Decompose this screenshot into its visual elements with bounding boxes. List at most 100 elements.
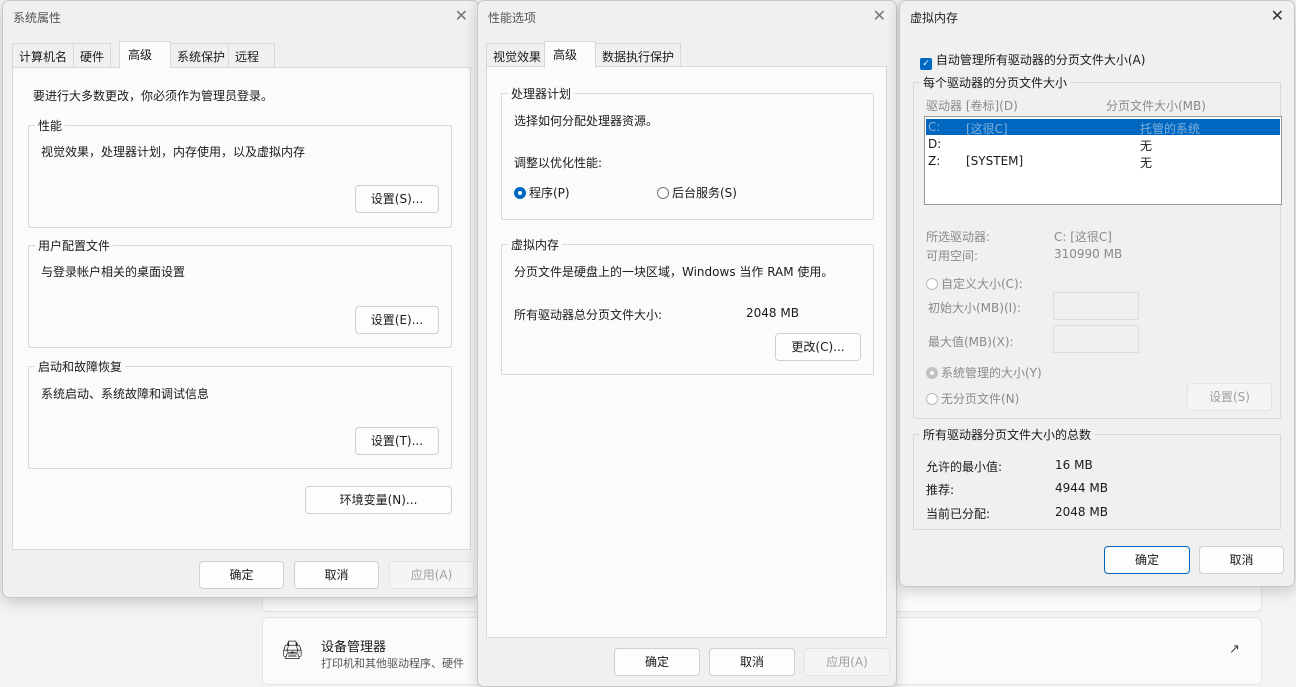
group-label: 用户配置文件	[35, 237, 114, 254]
change-button[interactable]: 更改(C)...	[775, 333, 861, 361]
drive-size: 无	[1140, 156, 1153, 170]
initial-size-label: 初始大小(MB)(I):	[928, 301, 1021, 315]
totals-group: 所有驱动器分页文件大小的总数 允许的最小值: 16 MB 推荐: 4944 MB…	[913, 426, 1281, 530]
dialog-title: 性能选项	[488, 11, 537, 25]
ok-button[interactable]: 确定	[199, 561, 284, 589]
environment-variables-button[interactable]: 环境变量(N)...	[305, 486, 452, 514]
drive-row[interactable]: Z: [SYSTEM] 无	[926, 153, 1280, 170]
background-services-radio[interactable]: 后台服务(S)	[657, 184, 737, 201]
tab-hardware[interactable]: 硬件	[73, 43, 112, 67]
tab-remote[interactable]: 远程	[228, 43, 275, 67]
radio-label: 自定义大小(C):	[941, 277, 1023, 291]
radio-label: 程序(P)	[529, 186, 570, 200]
total-paging-label: 所有驱动器总分页文件大小:	[514, 308, 663, 322]
free-space-label: 可用空间:	[926, 249, 979, 263]
drive-size: 托管的系统	[1140, 122, 1201, 136]
current-label: 当前已分配:	[926, 507, 991, 521]
cancel-button[interactable]: 取消	[1199, 546, 1284, 574]
ok-button[interactable]: 确定	[614, 648, 700, 676]
tab-computer-name[interactable]: 计算机名	[12, 43, 75, 67]
drive-letter: D:	[928, 137, 942, 151]
performance-options-dialog: 性能选项 ✕ 视觉效果 高级 数据执行保护 处理器计划 选择如何分配处理器资源。…	[477, 0, 897, 687]
tab-advanced[interactable]: 高级	[544, 41, 596, 68]
group-label: 性能	[35, 117, 66, 134]
free-space-value: 310990 MB	[1054, 247, 1123, 261]
selected-drive-value: C: [这很C]	[1054, 230, 1112, 244]
drive-volume: [SYSTEM]	[966, 154, 1024, 168]
drive-volume: [这很C]	[966, 122, 1008, 136]
performance-group: 性能 视觉效果，处理器计划，内存使用，以及虚拟内存 设置(S)...	[28, 117, 452, 228]
virtual-memory-dialog: 虚拟内存 ✕ ✓ 自动管理所有驱动器的分页文件大小(A) 每个驱动器的分页文件大…	[899, 0, 1295, 587]
user-profiles-settings-button[interactable]: 设置(E)...	[355, 306, 439, 334]
radio-label: 后台服务(S)	[672, 186, 737, 200]
startup-recovery-settings-button[interactable]: 设置(T)...	[355, 427, 439, 455]
tab-panel: 要进行大多数更改，你必须作为管理员登录。 性能 视觉效果，处理器计划，内存使用，…	[12, 67, 471, 550]
system-properties-dialog: 系统属性 ✕ 计算机名 硬件 高级 系统保护 远程 要进行大多数更改，你必须作为…	[2, 0, 479, 598]
performance-settings-button[interactable]: 设置(S)...	[355, 185, 439, 213]
apply-button[interactable]: 应用(A)	[389, 561, 474, 589]
group-label: 每个驱动器的分页文件大小	[920, 74, 1071, 91]
checkbox-label: 自动管理所有驱动器的分页文件大小(A)	[935, 53, 1146, 67]
close-icon[interactable]: ✕	[455, 6, 468, 25]
processor-scheduling-group: 处理器计划 选择如何分配处理器资源。 调整以优化性能: 程序(P) 后台服务(S…	[501, 85, 874, 220]
tab-visual-effects[interactable]: 视觉效果	[486, 43, 549, 67]
cancel-button[interactable]: 取消	[709, 648, 795, 676]
adjust-label: 调整以优化性能:	[514, 156, 603, 170]
drive-list[interactable]: C: [这很C] 托管的系统 D: 无 Z: [SYSTEM] 无	[924, 116, 1282, 205]
device-manager-title: 设备管理器	[321, 640, 387, 655]
max-size-label: 最大值(MB)(X):	[928, 335, 1014, 349]
user-profiles-group: 用户配置文件 与登录帐户相关的桌面设置 设置(E)...	[28, 237, 452, 348]
admin-notice: 要进行大多数更改，你必须作为管理员登录。	[33, 89, 274, 103]
auto-manage-checkbox[interactable]: ✓ 自动管理所有驱动器的分页文件大小(A)	[920, 51, 1145, 70]
max-size-input[interactable]	[1053, 325, 1139, 353]
drive-size: 无	[1140, 139, 1153, 153]
close-icon[interactable]: ✕	[1271, 6, 1284, 25]
programs-radio[interactable]: 程序(P)	[514, 184, 570, 201]
performance-desc: 视觉效果，处理器计划，内存使用，以及虚拟内存	[41, 145, 306, 159]
radio-label: 无分页文件(N)	[941, 392, 1020, 406]
group-label: 处理器计划	[508, 85, 575, 102]
radio-label: 系统管理的大小(Y)	[941, 366, 1042, 380]
tab-panel: 处理器计划 选择如何分配处理器资源。 调整以优化性能: 程序(P) 后台服务(S…	[486, 66, 887, 638]
selected-drive-label: 所选驱动器:	[926, 230, 991, 244]
external-link-icon[interactable]: ↗	[1229, 642, 1240, 657]
per-drive-group: 每个驱动器的分页文件大小 驱动器 [卷标](D) 分页文件大小(MB) C: […	[913, 74, 1282, 419]
drive-letter: Z:	[928, 154, 941, 168]
initial-size-input[interactable]	[1053, 292, 1139, 320]
col-drive: 驱动器 [卷标](D)	[926, 99, 1018, 113]
drive-row[interactable]: D: 无	[926, 136, 1280, 153]
tab-advanced[interactable]: 高级	[119, 41, 171, 68]
tab-dep[interactable]: 数据执行保护	[595, 43, 682, 67]
custom-size-radio[interactable]: 自定义大小(C):	[926, 275, 1023, 292]
checkmark-icon: ✓	[920, 58, 932, 70]
group-label: 启动和故障恢复	[35, 358, 126, 375]
no-paging-file-radio[interactable]: 无分页文件(N)	[926, 390, 1019, 407]
drive-row-selected[interactable]: C: [这很C] 托管的系统	[926, 119, 1280, 136]
total-paging-value: 2048 MB	[746, 306, 799, 320]
group-label: 虚拟内存	[508, 236, 563, 253]
device-manager-subtitle: 打印机和其他驱动程序、硬件	[321, 657, 464, 670]
current-value: 2048 MB	[1055, 505, 1108, 519]
virtual-memory-group: 虚拟内存 分页文件是硬盘上的一块区域，Windows 当作 RAM 使用。 所有…	[501, 236, 874, 375]
virtual-memory-desc: 分页文件是硬盘上的一块区域，Windows 当作 RAM 使用。	[514, 265, 834, 279]
processor-desc: 选择如何分配处理器资源。	[514, 114, 659, 128]
cancel-button[interactable]: 取消	[294, 561, 379, 589]
set-button[interactable]: 设置(S)	[1187, 383, 1272, 411]
ok-button[interactable]: 确定	[1104, 546, 1190, 574]
close-icon[interactable]: ✕	[873, 6, 886, 25]
min-label: 允许的最小值:	[926, 460, 1003, 474]
dialog-title: 系统属性	[13, 11, 62, 25]
recommended-label: 推荐:	[926, 483, 955, 497]
apply-button[interactable]: 应用(A)	[804, 648, 890, 676]
recommended-value: 4944 MB	[1055, 481, 1108, 495]
drive-letter: C:	[928, 120, 941, 134]
system-managed-radio[interactable]: 系统管理的大小(Y)	[926, 364, 1042, 381]
device-manager-icon: 🖨	[281, 640, 304, 661]
user-profiles-desc: 与登录帐户相关的桌面设置	[41, 265, 186, 279]
col-size: 分页文件大小(MB)	[1106, 99, 1206, 113]
tab-system-protection[interactable]: 系统保护	[170, 43, 233, 67]
min-value: 16 MB	[1055, 458, 1093, 472]
startup-recovery-desc: 系统启动、系统故障和调试信息	[41, 387, 210, 401]
startup-recovery-group: 启动和故障恢复 系统启动、系统故障和调试信息 设置(T)...	[28, 358, 452, 469]
dialog-title: 虚拟内存	[910, 11, 959, 25]
